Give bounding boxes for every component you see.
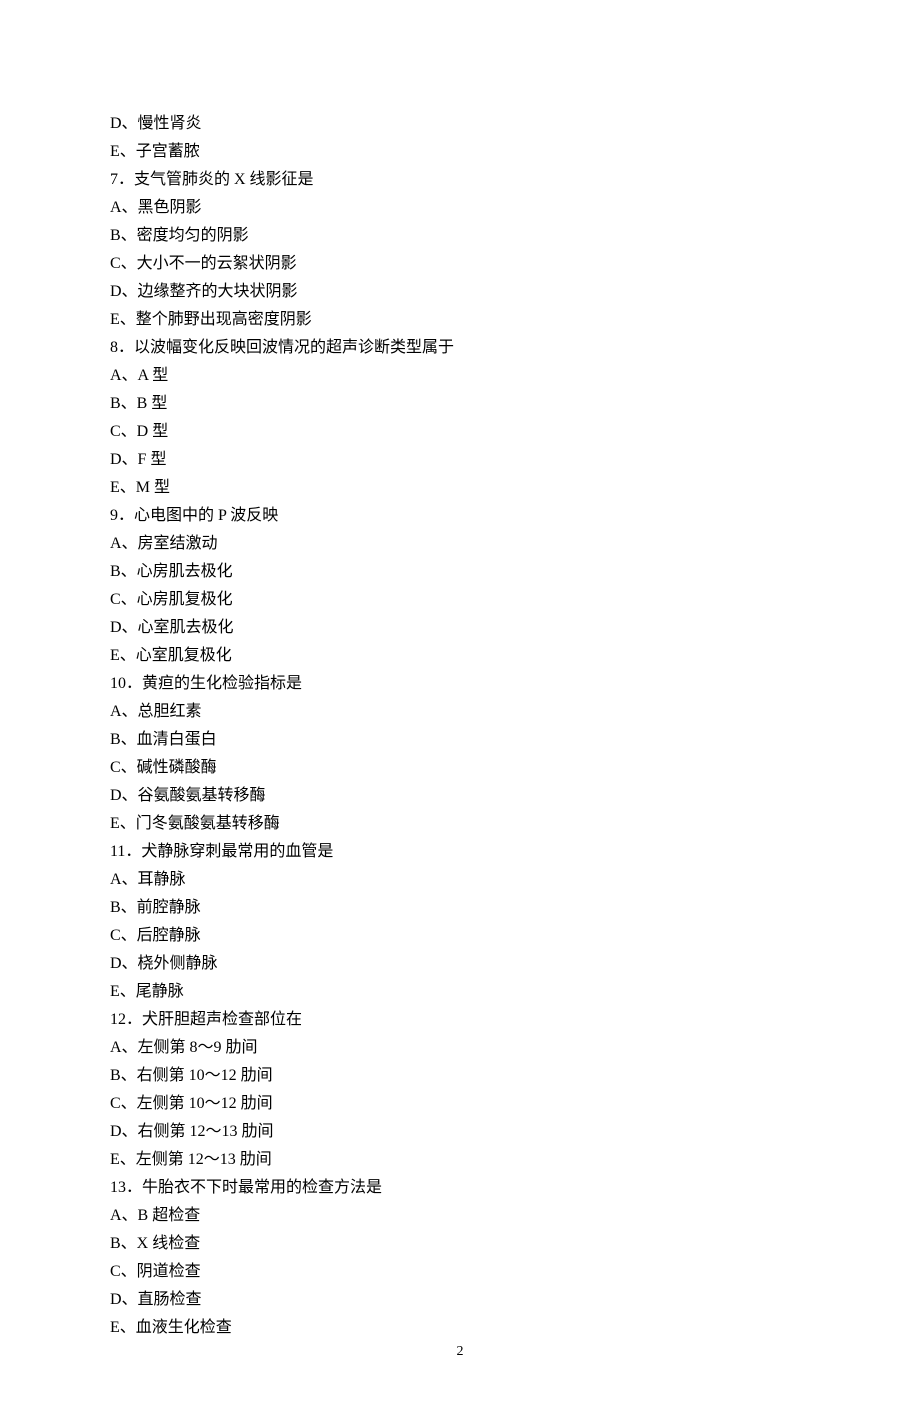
text-line: C、大小不一的云絮状阴影 xyxy=(110,250,820,278)
text-line: 13．牛胎衣不下时最常用的检查方法是 xyxy=(110,1174,820,1202)
text-line: D、F 型 xyxy=(110,446,820,474)
text-line: C、阴道检查 xyxy=(110,1258,820,1286)
text-line: D、心室肌去极化 xyxy=(110,614,820,642)
text-line: B、心房肌去极化 xyxy=(110,558,820,586)
text-line: D、谷氨酸氨基转移酶 xyxy=(110,782,820,810)
text-line: A、A 型 xyxy=(110,362,820,390)
text-line: E、整个肺野出现高密度阴影 xyxy=(110,306,820,334)
text-line: A、黑色阴影 xyxy=(110,194,820,222)
text-line: 11．犬静脉穿刺最常用的血管是 xyxy=(110,838,820,866)
text-line: D、慢性肾炎 xyxy=(110,110,820,138)
text-line: 12．犬肝胆超声检查部位在 xyxy=(110,1006,820,1034)
text-line: B、右侧第 10～12 肋间 xyxy=(110,1062,820,1090)
text-line: B、X 线检查 xyxy=(110,1230,820,1258)
text-line: D、桡外侧静脉 xyxy=(110,950,820,978)
text-line: E、尾静脉 xyxy=(110,978,820,1006)
text-line: C、碱性磷酸酶 xyxy=(110,754,820,782)
text-line: C、左侧第 10～12 肋间 xyxy=(110,1090,820,1118)
text-line: E、M 型 xyxy=(110,474,820,502)
text-line: C、心房肌复极化 xyxy=(110,586,820,614)
text-line: A、房室结激动 xyxy=(110,530,820,558)
text-line: A、B 超检查 xyxy=(110,1202,820,1230)
text-line: B、血清白蛋白 xyxy=(110,726,820,754)
text-line: 9．心电图中的 P 波反映 xyxy=(110,502,820,530)
text-line: 10．黄疸的生化检验指标是 xyxy=(110,670,820,698)
page-number: 2 xyxy=(0,1340,920,1365)
text-line: D、右侧第 12～13 肋间 xyxy=(110,1118,820,1146)
document-body: D、慢性肾炎E、子宫蓄脓7．支气管肺炎的 X 线影征是A、黑色阴影B、密度均匀的… xyxy=(110,110,820,1342)
text-line: 7．支气管肺炎的 X 线影征是 xyxy=(110,166,820,194)
text-line: E、左侧第 12～13 肋间 xyxy=(110,1146,820,1174)
text-line: C、后腔静脉 xyxy=(110,922,820,950)
text-line: D、直肠检查 xyxy=(110,1286,820,1314)
text-line: 8．以波幅变化反映回波情况的超声诊断类型属于 xyxy=(110,334,820,362)
text-line: B、密度均匀的阴影 xyxy=(110,222,820,250)
text-line: B、B 型 xyxy=(110,390,820,418)
text-line: A、耳静脉 xyxy=(110,866,820,894)
text-line: E、血液生化检查 xyxy=(110,1314,820,1342)
text-line: B、前腔静脉 xyxy=(110,894,820,922)
document-page: D、慢性肾炎E、子宫蓄脓7．支气管肺炎的 X 线影征是A、黑色阴影B、密度均匀的… xyxy=(0,0,920,1402)
text-line: E、门冬氨酸氨基转移酶 xyxy=(110,810,820,838)
text-line: C、D 型 xyxy=(110,418,820,446)
text-line: A、左侧第 8～9 肋间 xyxy=(110,1034,820,1062)
text-line: A、总胆红素 xyxy=(110,698,820,726)
text-line: D、边缘整齐的大块状阴影 xyxy=(110,278,820,306)
text-line: E、子宫蓄脓 xyxy=(110,138,820,166)
text-line: E、心室肌复极化 xyxy=(110,642,820,670)
